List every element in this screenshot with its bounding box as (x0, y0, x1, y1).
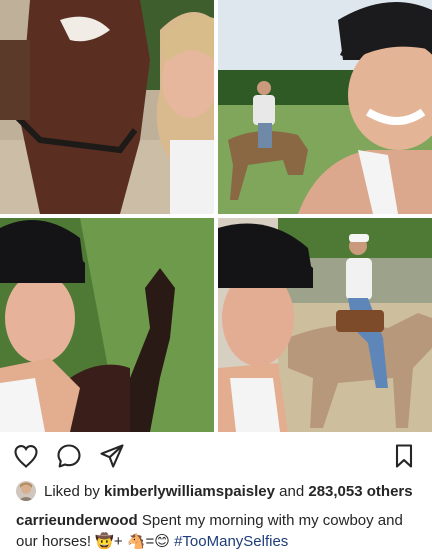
caption-emojis: 🤠+ 🐴=😊 (95, 533, 170, 550)
bookmark-icon[interactable] (390, 442, 418, 470)
liker-username[interactable]: kimberlywilliamspaisley (104, 483, 275, 500)
photo-collage[interactable] (0, 0, 432, 432)
post-caption: carrieunderwood Spent my morning with my… (0, 504, 432, 552)
likes-count[interactable]: 283,053 others (308, 483, 412, 500)
liker-avatar[interactable] (16, 481, 36, 501)
photo-helmet-arena-cowboy (218, 218, 432, 432)
photo-helmet-with-horse-grass (0, 218, 214, 432)
likes-prefix: Liked by (44, 482, 100, 500)
hashtag-link[interactable]: #TooManySelfies (174, 533, 288, 550)
comment-icon[interactable] (55, 442, 83, 470)
share-icon[interactable] (98, 442, 126, 470)
caption-username[interactable]: carrieunderwood (16, 512, 138, 529)
photo-helmet-selfie-field (218, 0, 432, 214)
likes-summary[interactable]: Liked by kimberlywilliamspaisley and 283… (0, 478, 432, 504)
likes-and: and (279, 482, 305, 500)
heart-icon[interactable] (12, 442, 40, 470)
photo-woman-with-horse (0, 0, 214, 214)
post-actions-bar (0, 432, 432, 478)
